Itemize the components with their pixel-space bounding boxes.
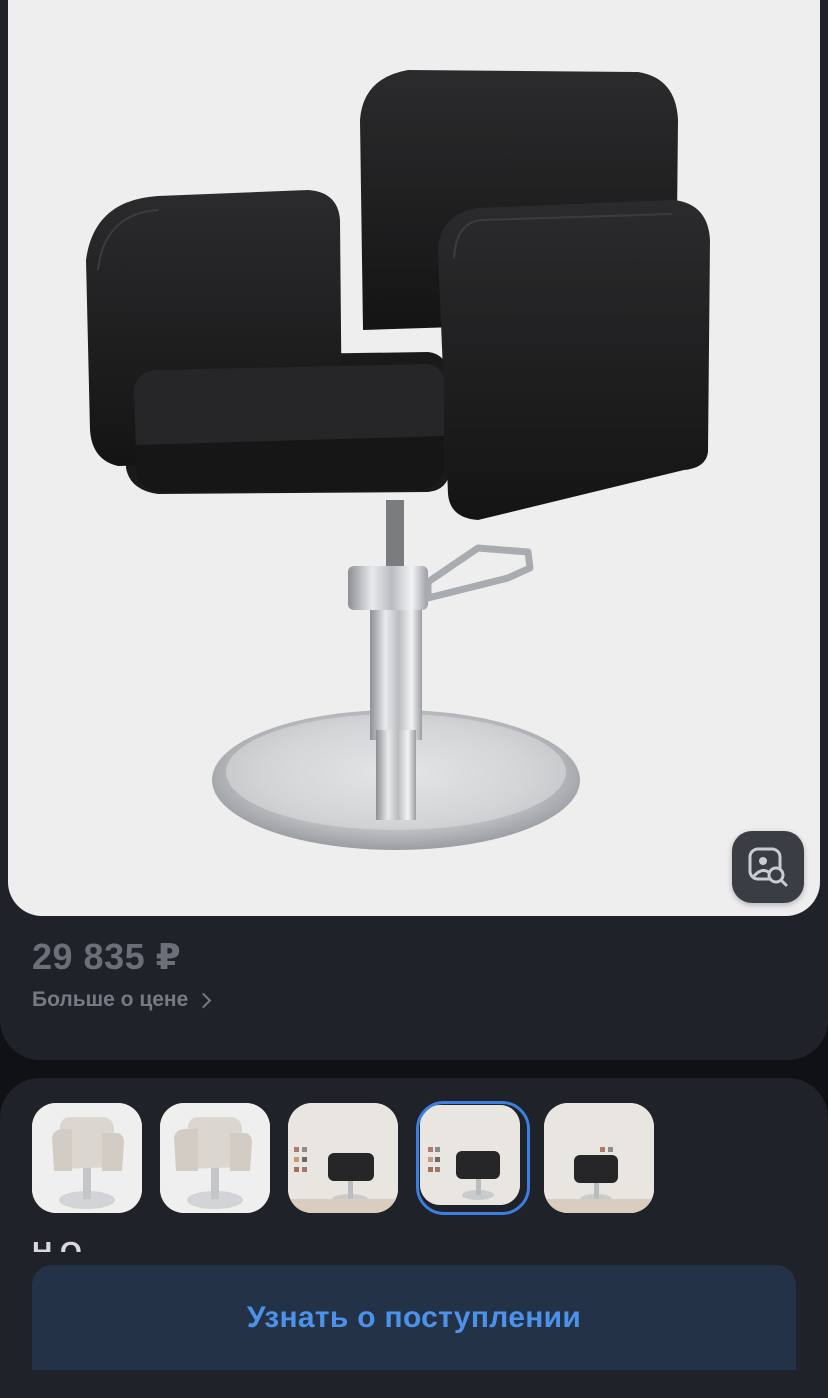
white-chair-thumbnail [32, 1103, 142, 1213]
gallery-thumbnail-3[interactable] [288, 1103, 398, 1213]
selected-thumbnail-indicator [416, 1101, 530, 1215]
product-title: Н О [32, 1238, 82, 1252]
price-details-label: Больше о цене [32, 988, 189, 1011]
visual-search-button[interactable] [732, 831, 804, 903]
gallery-thumbnail-1[interactable] [32, 1103, 142, 1213]
product-image[interactable] [8, 0, 820, 916]
white-chair-thumbnail [160, 1103, 270, 1213]
chevron-right-icon [196, 992, 212, 1009]
notify-availability-button[interactable]: Узнать о поступлении [32, 1265, 796, 1370]
price-details-link[interactable]: Больше о цене [32, 988, 212, 1012]
black-chair-infographic-thumbnail [288, 1103, 398, 1213]
chair-photo [86, 70, 710, 850]
product-card: 29 835 ₽ Больше о цене [0, 0, 828, 1060]
gallery-thumbnail-5[interactable] [544, 1103, 654, 1213]
gallery-thumbnail-2[interactable] [160, 1103, 270, 1213]
price: 29 835 ₽ [32, 936, 182, 977]
black-chair-infographic-thumbnail [544, 1103, 654, 1213]
image-search-icon [748, 847, 788, 887]
